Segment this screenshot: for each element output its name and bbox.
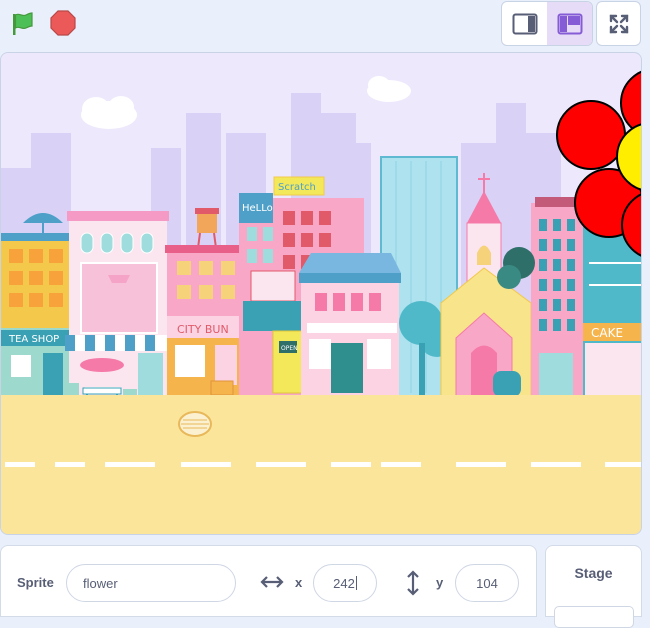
stage-selector[interactable]: Stage [545,545,642,628]
stage-thumbnail[interactable] [554,606,634,628]
hello-sign: HeLLo [242,203,273,214]
fullscreen-icon [609,14,628,33]
city-backdrop: TEA SHOP CITY BUN HeLLo Scratch OPEN CAK… [1,53,641,534]
stage-header [0,0,650,50]
large-stage-button[interactable] [547,2,592,45]
tea-shop-sign: TEA SHOP [8,334,59,345]
text-cursor [355,576,357,590]
stage-size-toggle [501,1,593,46]
vertical-arrows-icon [405,570,421,601]
stop-sign-icon [50,10,76,36]
y-position-input[interactable]: 104 [455,564,519,602]
x-position-input[interactable]: 242 [313,564,377,602]
stage-selector-label: Stage [574,565,613,581]
green-flag-button[interactable] [6,8,36,38]
open-sign: OPEN [281,345,298,352]
stop-button[interactable] [48,8,78,38]
sprite-label: Sprite [17,575,54,590]
stage-canvas[interactable]: TEA SHOP CITY BUN HeLLo Scratch OPEN CAK… [0,52,642,535]
y-label: y [436,575,444,590]
horizontal-arrows-icon [260,574,284,595]
green-flag-icon [13,12,33,35]
x-value: 242 [333,575,355,591]
small-stage-icon [512,13,537,34]
sprite-name-input[interactable]: flower [66,564,236,602]
fullscreen-button[interactable] [596,1,641,46]
scratch-sign: Scratch [278,182,316,193]
sprite-name-value: flower [83,575,118,591]
x-label: x [295,575,303,590]
cake-sign: CAKE [591,326,623,340]
sprite-info-panel: Sprite flower x 242 y 104 [0,545,537,617]
y-value: 104 [476,575,498,591]
small-stage-button[interactable] [502,2,547,45]
large-stage-icon [557,13,582,34]
city-bun-sign: CITY BUN [177,323,229,336]
